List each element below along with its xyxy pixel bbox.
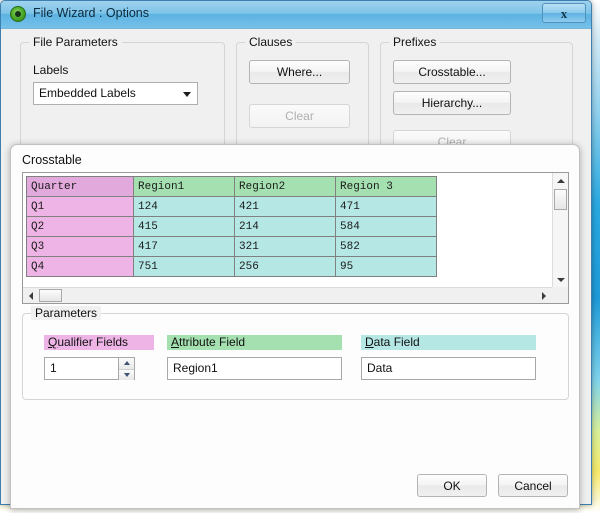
parameters-group: Parameters Qualifier Fields 1 Attribute … bbox=[22, 306, 569, 400]
cell-region3: 95 bbox=[335, 256, 437, 277]
cell-region2: 256 bbox=[234, 256, 336, 277]
crosstable-dialog-title: Crosstable bbox=[22, 153, 82, 167]
column-header-region1[interactable]: Region1 bbox=[133, 176, 235, 197]
window-title: File Wizard : Options bbox=[33, 6, 150, 20]
data-field-caption-text: ata Field bbox=[373, 335, 420, 349]
table-row[interactable]: Q3 417 321 582 bbox=[26, 236, 437, 257]
cell-region1: 415 bbox=[133, 216, 235, 237]
attribute-field-caption-text: ttribute Field bbox=[179, 335, 246, 349]
table-row[interactable]: Q1 124 421 471 bbox=[26, 196, 437, 217]
scroll-left-button[interactable] bbox=[23, 288, 38, 303]
arrow-left-icon bbox=[29, 292, 33, 300]
data-field-caption: Data Field bbox=[361, 335, 536, 350]
scrollbar-corner bbox=[552, 287, 568, 303]
file-parameters-group: File Parameters Labels Embedded Labels bbox=[20, 35, 225, 152]
cell-quarter: Q2 bbox=[26, 216, 134, 237]
stepper-up-button[interactable] bbox=[119, 358, 134, 370]
close-icon: x bbox=[560, 6, 568, 21]
labels-caption: Labels bbox=[33, 63, 69, 77]
scroll-down-button[interactable] bbox=[553, 272, 568, 287]
arrow-up-icon bbox=[557, 179, 565, 183]
file-parameters-legend: File Parameters bbox=[29, 35, 122, 49]
data-field-input[interactable]: Data bbox=[361, 357, 536, 380]
prefixes-legend: Prefixes bbox=[389, 35, 441, 49]
column-header-region3[interactable]: Region 3 bbox=[335, 176, 437, 197]
arrow-down-icon bbox=[123, 372, 130, 377]
qualifier-fields-caption-text: ualifier Fields bbox=[57, 335, 129, 349]
clauses-legend: Clauses bbox=[245, 35, 297, 49]
cell-quarter: Q3 bbox=[26, 236, 134, 257]
cancel-button[interactable]: Cancel bbox=[498, 474, 568, 497]
crosstable-button[interactable]: Crosstable... bbox=[393, 60, 511, 84]
scroll-up-button[interactable] bbox=[553, 173, 568, 188]
arrow-up-icon bbox=[123, 361, 130, 366]
arrow-down-icon bbox=[557, 278, 565, 282]
attribute-field-accelerator: A bbox=[171, 335, 180, 349]
clauses-clear-button: Clear bbox=[249, 104, 350, 128]
horizontal-scrollbar[interactable] bbox=[23, 287, 552, 303]
scroll-right-button[interactable] bbox=[537, 288, 552, 303]
cell-region2: 421 bbox=[234, 196, 336, 217]
hierarchy-button[interactable]: Hierarchy... bbox=[393, 91, 511, 115]
qualifier-fields-accelerator: Q bbox=[48, 335, 58, 349]
vertical-scrollbar-thumb[interactable] bbox=[554, 189, 567, 210]
where-button[interactable]: Where... bbox=[249, 60, 350, 84]
data-field-accelerator: D bbox=[365, 335, 374, 349]
cell-region1: 417 bbox=[133, 236, 235, 257]
cell-region3: 582 bbox=[335, 236, 437, 257]
table-row[interactable]: Q4 751 256 95 bbox=[26, 256, 437, 277]
arrow-right-icon bbox=[542, 292, 546, 300]
crosstable-preview-table: Quarter Region1 Region2 Region 3 Q1 124 … bbox=[26, 176, 437, 277]
close-button[interactable]: x bbox=[542, 3, 586, 23]
column-header-quarter[interactable]: Quarter bbox=[26, 176, 134, 197]
cell-region2: 321 bbox=[234, 236, 336, 257]
table-row[interactable]: Q2 415 214 584 bbox=[26, 216, 437, 237]
prefixes-group: Prefixes Crosstable... Hierarchy... Clea… bbox=[380, 35, 573, 154]
crosstable-preview-panel: Quarter Region1 Region2 Region 3 Q1 124 … bbox=[22, 172, 569, 304]
cell-quarter: Q4 bbox=[26, 256, 134, 277]
cell-quarter: Q1 bbox=[26, 196, 134, 217]
attribute-field-caption: Attribute Field bbox=[167, 335, 342, 350]
stepper-down-button[interactable] bbox=[119, 369, 134, 380]
cell-region3: 471 bbox=[335, 196, 437, 217]
chevron-down-icon bbox=[183, 92, 191, 97]
cell-region1: 124 bbox=[133, 196, 235, 217]
cell-region1: 751 bbox=[133, 256, 235, 277]
vertical-scrollbar[interactable] bbox=[552, 173, 568, 287]
ok-button[interactable]: OK bbox=[417, 474, 487, 497]
labels-combobox[interactable]: Embedded Labels bbox=[33, 82, 198, 105]
qualifier-fields-caption: Qualifier Fields bbox=[44, 335, 154, 350]
cell-region3: 584 bbox=[335, 216, 437, 237]
horizontal-scrollbar-thumb[interactable] bbox=[39, 289, 62, 302]
labels-combobox-value: Embedded Labels bbox=[39, 86, 136, 100]
qlikview-logo-icon bbox=[10, 6, 26, 22]
column-header-region2[interactable]: Region2 bbox=[234, 176, 336, 197]
crosstable-dialog: Crosstable Quarter Region1 Region2 Regio… bbox=[10, 144, 580, 509]
parameters-legend: Parameters bbox=[31, 306, 102, 320]
clauses-group: Clauses Where... Clear bbox=[236, 35, 369, 152]
table-header-row: Quarter Region1 Region2 Region 3 bbox=[26, 176, 437, 197]
qualifier-fields-input[interactable]: 1 bbox=[44, 357, 119, 380]
window-titlebar[interactable]: File Wizard : Options x bbox=[1, 1, 591, 29]
crosstable-preview-scroll-area: Quarter Region1 Region2 Region 3 Q1 124 … bbox=[23, 173, 552, 287]
qualifier-fields-stepper[interactable] bbox=[118, 357, 135, 380]
attribute-field-input[interactable]: Region1 bbox=[167, 357, 342, 380]
cell-region2: 214 bbox=[234, 216, 336, 237]
